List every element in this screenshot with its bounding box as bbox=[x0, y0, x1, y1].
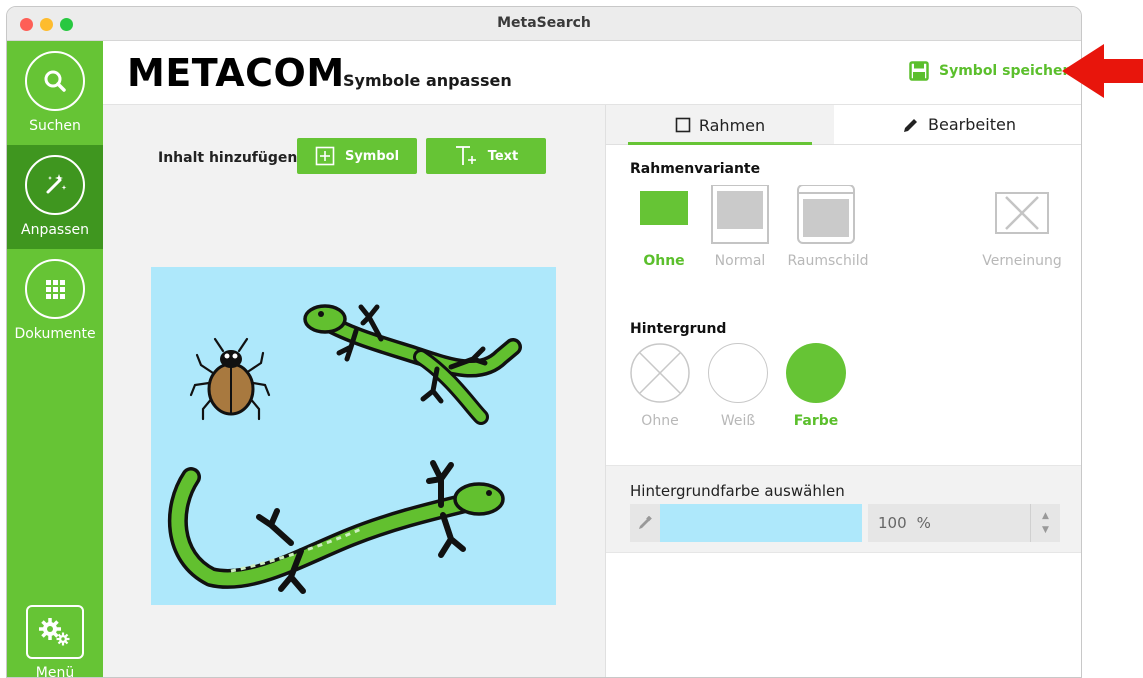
sidebar-item-anpassen[interactable]: Anpassen bbox=[7, 145, 103, 249]
frame-option-verneinung[interactable] bbox=[992, 185, 1052, 245]
frame-option-normal[interactable] bbox=[710, 184, 770, 245]
background-label-weiss: Weiß bbox=[720, 413, 756, 429]
lizard-illustration-top bbox=[303, 304, 522, 425]
menu-button[interactable] bbox=[26, 605, 84, 659]
frame-option-ohne[interactable] bbox=[634, 185, 694, 245]
tab-rahmen[interactable]: Rahmen bbox=[628, 105, 812, 145]
background-color-section: Hintergrundfarbe auswählen 100 % ▲ ▼ bbox=[606, 465, 1081, 553]
background-option-farbe[interactable] bbox=[786, 343, 846, 403]
add-text-button[interactable]: Text bbox=[426, 138, 546, 174]
tab-rahmen-label: Rahmen bbox=[698, 115, 766, 135]
sidebar-item-suchen[interactable]: Suchen bbox=[7, 41, 103, 145]
title-bar: MetaSearch bbox=[7, 7, 1081, 41]
background-color-swatch[interactable] bbox=[660, 504, 862, 542]
background-color-title: Hintergrundfarbe auswählen bbox=[630, 482, 845, 500]
add-symbol-button[interactable]: Symbol bbox=[297, 138, 417, 174]
properties-panel: Rahmen Bearbeiten Rahmenvariante Ohne No… bbox=[605, 105, 1081, 677]
grid-icon bbox=[25, 259, 85, 319]
beetle-illustration bbox=[189, 337, 271, 421]
sidebar: Suchen Anpassen Dokumente Menü bbox=[7, 41, 103, 678]
red-arrow-annotation bbox=[1062, 44, 1143, 98]
frame-label-normal: Normal bbox=[714, 253, 766, 269]
add-box-icon bbox=[315, 146, 335, 166]
background-option-ohne[interactable] bbox=[630, 343, 690, 403]
save-icon bbox=[909, 61, 929, 81]
frame-label-raumschild: Raumschild bbox=[787, 253, 869, 269]
panel-tabs: Rahmen Bearbeiten bbox=[606, 105, 1081, 145]
tab-bearbeiten[interactable]: Bearbeiten bbox=[834, 105, 1081, 144]
gears-icon bbox=[39, 618, 70, 646]
chevron-up-icon: ▲ bbox=[1042, 511, 1049, 521]
search-icon bbox=[25, 51, 85, 111]
text-plus-icon bbox=[455, 146, 476, 165]
add-symbol-label: Symbol bbox=[344, 148, 400, 164]
opacity-stepper[interactable]: ▲ ▼ bbox=[1030, 504, 1060, 542]
menu-label: Menü bbox=[35, 665, 75, 678]
sidebar-item-label: Anpassen bbox=[21, 222, 89, 238]
frame-variant-title: Rahmenvariante bbox=[630, 161, 761, 177]
frame-room-sign-swatch bbox=[797, 184, 855, 244]
frame-icon bbox=[675, 117, 691, 133]
background-label-farbe: Farbe bbox=[793, 413, 839, 429]
page-subtitle: Symbole anpassen bbox=[343, 71, 512, 90]
save-symbol-button[interactable]: Symbol speichern bbox=[909, 61, 1079, 81]
opacity-input[interactable]: 100 % bbox=[868, 504, 1030, 542]
window-title: MetaSearch bbox=[497, 15, 591, 31]
symbol-canvas[interactable] bbox=[151, 267, 556, 605]
no-background-icon bbox=[630, 343, 690, 403]
pencil-icon bbox=[904, 118, 918, 132]
editor-pane: Inhalt hinzufügen: Symbol Text bbox=[103, 105, 605, 677]
lizard-illustration-bottom bbox=[167, 460, 505, 594]
chevron-down-icon: ▼ bbox=[1042, 525, 1049, 535]
save-symbol-label: Symbol speichern bbox=[939, 63, 1080, 79]
eyedropper-icon bbox=[639, 516, 652, 529]
sidebar-item-label: Suchen bbox=[29, 118, 81, 134]
opacity-value: 100 bbox=[878, 514, 907, 532]
brand-logo: METACOM bbox=[127, 51, 345, 95]
add-text-label: Text bbox=[487, 148, 519, 164]
color-picker-row: 100 % ▲ ▼ bbox=[630, 504, 1060, 542]
frame-none-swatch bbox=[640, 191, 688, 225]
frame-option-raumschild[interactable] bbox=[796, 184, 856, 245]
sidebar-item-dokumente[interactable]: Dokumente bbox=[7, 249, 103, 353]
frame-label-verneinung: Verneinung bbox=[982, 253, 1062, 269]
background-title: Hintergrund bbox=[630, 321, 727, 337]
frame-negation-swatch bbox=[995, 192, 1049, 234]
sidebar-item-label: Dokumente bbox=[14, 326, 96, 342]
opacity-unit: % bbox=[916, 514, 931, 532]
add-content-label: Inhalt hinzufügen: bbox=[158, 150, 303, 166]
eyedropper-button[interactable] bbox=[630, 504, 660, 542]
header: METACOM Symbole anpassen Symbol speicher… bbox=[103, 41, 1081, 105]
app-window: MetaSearch Suchen Anpassen Dokumente Men… bbox=[6, 6, 1082, 678]
frame-normal-swatch bbox=[711, 184, 769, 244]
background-label-ohne: Ohne bbox=[641, 413, 679, 429]
magic-wand-icon bbox=[25, 155, 85, 215]
background-option-weiss[interactable] bbox=[708, 343, 768, 403]
tab-bearbeiten-label: Bearbeiten bbox=[928, 115, 1016, 134]
